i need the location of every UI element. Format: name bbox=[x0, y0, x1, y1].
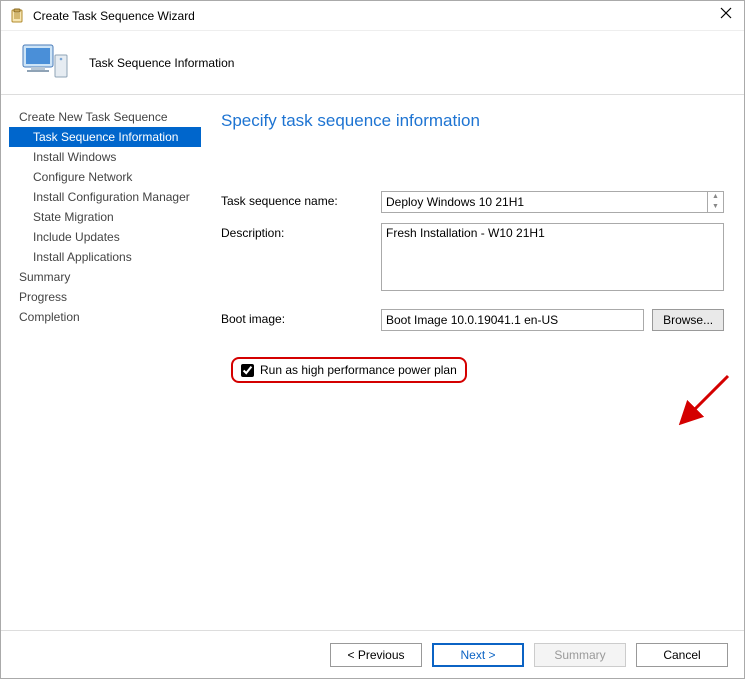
label-description: Description: bbox=[221, 223, 381, 240]
content: Specify task sequence information Task s… bbox=[201, 95, 744, 630]
clipboard-icon bbox=[9, 8, 25, 24]
spinner-controls[interactable]: ▲ ▼ bbox=[708, 191, 724, 213]
summary-button[interactable]: Summary bbox=[534, 643, 626, 667]
browse-button[interactable]: Browse... bbox=[652, 309, 724, 331]
wizard-window: Create Task Sequence Wizard Task Sequenc… bbox=[0, 0, 745, 679]
sidebar-item-7[interactable]: Install Applications bbox=[9, 247, 201, 267]
high-perf-checkbox[interactable] bbox=[241, 364, 254, 377]
label-boot-image: Boot image: bbox=[221, 309, 381, 326]
label-task-name: Task sequence name: bbox=[221, 191, 381, 208]
footer: < Previous Next > Summary Cancel bbox=[1, 630, 744, 678]
sidebar-item-4[interactable]: Install Configuration Manager bbox=[9, 187, 201, 207]
cancel-button[interactable]: Cancel bbox=[636, 643, 728, 667]
sidebar-item-5[interactable]: State Migration bbox=[9, 207, 201, 227]
task-name-input[interactable] bbox=[381, 191, 708, 213]
chevron-up-icon[interactable]: ▲ bbox=[708, 192, 723, 202]
sidebar: Create New Task SequenceTask Sequence In… bbox=[1, 95, 201, 630]
row-task-name: Task sequence name: ▲ ▼ bbox=[221, 191, 724, 213]
close-icon[interactable] bbox=[716, 5, 736, 25]
next-button[interactable]: Next > bbox=[432, 643, 524, 667]
high-perf-label: Run as high performance power plan bbox=[260, 363, 457, 377]
window-title: Create Task Sequence Wizard bbox=[33, 9, 195, 23]
high-perf-checkbox-row: Run as high performance power plan bbox=[231, 357, 467, 383]
task-name-field-wrap: ▲ ▼ bbox=[381, 191, 724, 213]
description-textarea[interactable] bbox=[381, 223, 724, 291]
sidebar-item-2[interactable]: Install Windows bbox=[9, 147, 201, 167]
header-title: Task Sequence Information bbox=[89, 56, 234, 70]
sidebar-item-9[interactable]: Progress bbox=[9, 287, 201, 307]
header: Task Sequence Information bbox=[1, 31, 744, 95]
sidebar-item-0[interactable]: Create New Task Sequence bbox=[9, 107, 201, 127]
body: Create New Task SequenceTask Sequence In… bbox=[1, 95, 744, 630]
row-boot-image: Boot image: Browse... bbox=[221, 309, 724, 331]
page-heading: Specify task sequence information bbox=[221, 111, 724, 131]
titlebar: Create Task Sequence Wizard bbox=[1, 1, 744, 31]
arrow-annotation-icon bbox=[673, 371, 733, 431]
chevron-down-icon[interactable]: ▼ bbox=[708, 202, 723, 212]
sidebar-item-1[interactable]: Task Sequence Information bbox=[9, 127, 201, 147]
sidebar-item-8[interactable]: Summary bbox=[9, 267, 201, 287]
sidebar-item-10[interactable]: Completion bbox=[9, 307, 201, 327]
computer-icon bbox=[21, 43, 69, 83]
row-description: Description: bbox=[221, 223, 724, 291]
sidebar-item-6[interactable]: Include Updates bbox=[9, 227, 201, 247]
sidebar-item-3[interactable]: Configure Network bbox=[9, 167, 201, 187]
boot-image-input[interactable] bbox=[381, 309, 644, 331]
previous-button[interactable]: < Previous bbox=[330, 643, 422, 667]
